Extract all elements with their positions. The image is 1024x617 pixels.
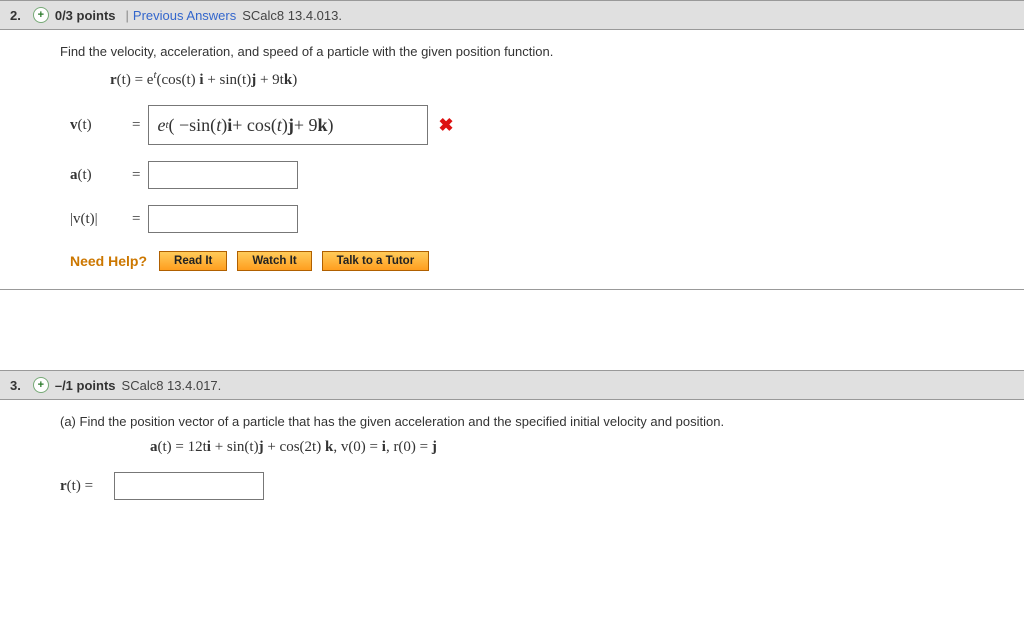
question-2-body: Find the velocity, acceleration, and spe… [0, 30, 1024, 290]
question-prompt: (a) Find the position vector of a partic… [60, 414, 1008, 429]
velocity-label: v(t) [70, 117, 124, 134]
points-earned: 0/3 points [55, 8, 116, 23]
expand-icon[interactable]: + [33, 7, 49, 23]
question-number: 2. [10, 8, 21, 23]
watch-it-button[interactable]: Watch It [237, 251, 311, 271]
velocity-answer-row: v(t) = et( −sin(t)i + cos(t)j + 9k ) ✖ [70, 105, 1008, 145]
spacer [0, 290, 1024, 370]
acceleration-answer-row: a(t) = [70, 161, 1008, 189]
question-2-header: 2. + 0/3 points | Previous Answers SCalc… [0, 0, 1024, 30]
separator: | [126, 8, 129, 23]
textbook-reference: SCalc8 13.4.013. [242, 8, 342, 23]
velocity-input[interactable]: et( −sin(t)i + cos(t)j + 9k ) [148, 105, 428, 145]
r-symbol: r [110, 72, 117, 88]
equals-sign: = [132, 117, 140, 134]
equals-sign: = [132, 211, 140, 228]
talk-to-tutor-button[interactable]: Talk to a Tutor [322, 251, 430, 271]
position-input[interactable] [114, 472, 264, 500]
equals-sign: = [132, 167, 140, 184]
expand-icon[interactable]: + [33, 377, 49, 393]
previous-answers-link[interactable]: Previous Answers [133, 8, 236, 23]
read-it-button[interactable]: Read It [159, 251, 227, 271]
need-help-label: Need Help? [70, 253, 147, 269]
position-label: r(t) = [60, 478, 114, 495]
acceleration-formula: a(t) = 12ti + sin(t)j + cos(2t) k, v(0) … [150, 439, 1008, 456]
need-help-section: Need Help? Read It Watch It Talk to a Tu… [70, 251, 1008, 271]
question-3-header: 3. + –/1 points SCalc8 13.4.017. [0, 370, 1024, 400]
speed-input[interactable] [148, 205, 298, 233]
speed-answer-row: |v(t)| = [70, 205, 1008, 233]
textbook-reference: SCalc8 13.4.017. [122, 378, 222, 393]
points-available: –/1 points [55, 378, 116, 393]
question-3-body: (a) Find the position vector of a partic… [0, 400, 1024, 540]
acceleration-label: a(t) [70, 167, 124, 184]
question-prompt: Find the velocity, acceleration, and spe… [60, 44, 1008, 59]
acceleration-input[interactable] [148, 161, 298, 189]
speed-label: |v(t)| [70, 211, 124, 228]
position-function-formula: r(t) = et(cos(t) i + sin(t)j + 9tk) [110, 69, 1008, 89]
position-answer-row: r(t) = [60, 472, 1008, 500]
incorrect-icon: ✖ [438, 115, 453, 136]
question-number: 3. [10, 378, 21, 393]
